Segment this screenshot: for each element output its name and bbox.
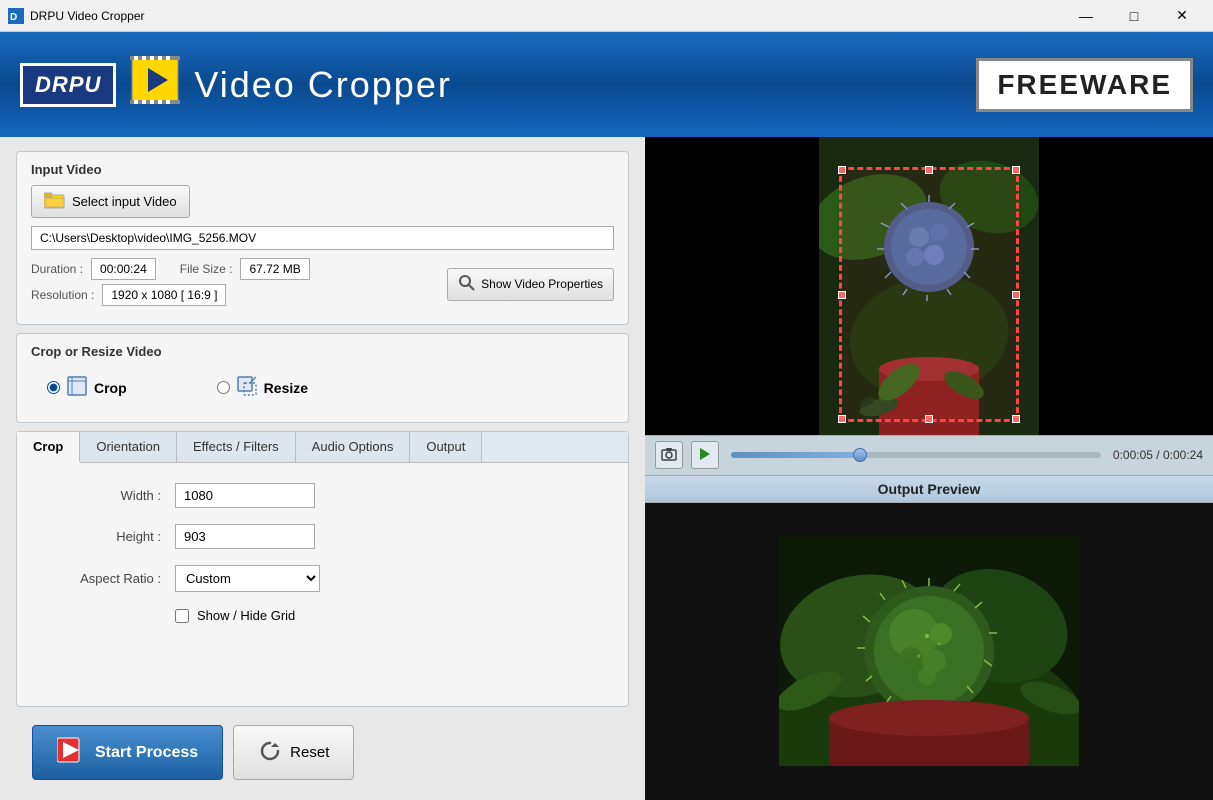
- crop-tab-content: Width : Height : Aspect Ratio : Custom 1…: [17, 463, 628, 643]
- reset-label: Reset: [290, 744, 329, 761]
- output-preview-label: Output Preview: [645, 475, 1213, 503]
- show-hide-grid-row: Show / Hide Grid: [175, 608, 604, 623]
- right-panel: 0:00:05 / 0:00:24 Output Preview: [645, 137, 1213, 800]
- show-props-label: Show Video Properties: [481, 277, 603, 291]
- svg-text:D: D: [10, 12, 17, 23]
- crop-radio[interactable]: [47, 381, 60, 394]
- start-icon: [57, 736, 85, 769]
- bottom-buttons: Start Process Reset: [16, 715, 629, 790]
- height-row: Height :: [41, 524, 604, 549]
- progress-bar[interactable]: [731, 452, 1101, 458]
- height-input[interactable]: [175, 524, 315, 549]
- playback-controls: 0:00:05 / 0:00:24: [645, 435, 1213, 475]
- banner: DRPU Video Cropper FREEWARE: [0, 32, 1213, 137]
- app-title: Video Cropper: [194, 64, 452, 106]
- filesize-value: 67.72 MB: [240, 258, 309, 280]
- output-preview-svg: [779, 536, 1079, 766]
- magnifier-icon: [458, 274, 476, 295]
- width-row: Width :: [41, 483, 604, 508]
- tab-output[interactable]: Output: [410, 432, 482, 462]
- resize-label: Resize: [264, 380, 308, 396]
- file-path-input[interactable]: [31, 226, 614, 250]
- duration-label: Duration :: [31, 262, 83, 276]
- aspect-ratio-row: Aspect Ratio : Custom 16:9 4:3 1:1 9:16: [41, 565, 604, 592]
- freeware-badge: FREEWARE: [976, 58, 1193, 112]
- tab-audio-options[interactable]: Audio Options: [296, 432, 411, 462]
- input-video-title: Input Video: [31, 162, 614, 177]
- width-input[interactable]: [175, 483, 315, 508]
- window-controls: — □ ✕: [1063, 0, 1205, 32]
- video-preview-top: [645, 137, 1213, 435]
- time-display: 0:00:05 / 0:00:24: [1113, 448, 1203, 462]
- filesize-label: File Size :: [180, 262, 233, 276]
- play-icon: [699, 447, 711, 464]
- aspect-ratio-select[interactable]: Custom 16:9 4:3 1:1 9:16: [175, 565, 320, 592]
- select-input-video-button[interactable]: Select input Video: [31, 185, 190, 218]
- left-panel: Input Video Select input Video Duration …: [0, 137, 645, 800]
- resolution-value: 1920 x 1080 [ 16:9 ]: [102, 284, 226, 306]
- resize-icon: [236, 375, 258, 400]
- crop-resize-section: Crop or Resize Video Crop: [16, 333, 629, 423]
- output-preview-area: [645, 503, 1213, 800]
- start-process-button[interactable]: Start Process: [32, 725, 223, 780]
- resize-radio[interactable]: [217, 381, 230, 394]
- crop-resize-title: Crop or Resize Video: [31, 344, 614, 359]
- window-title: DRPU Video Cropper: [30, 9, 1063, 23]
- maximize-button[interactable]: □: [1111, 0, 1157, 32]
- banner-video-icon: [130, 50, 180, 119]
- crop-icon: [66, 375, 88, 400]
- start-process-label: Start Process: [95, 744, 198, 762]
- titlebar: D DRPU Video Cropper — □ ✕: [0, 0, 1213, 32]
- video-canvas: [645, 137, 1213, 435]
- reset-button[interactable]: Reset: [233, 725, 354, 780]
- show-video-properties-button[interactable]: Show Video Properties: [447, 268, 614, 301]
- tab-crop[interactable]: Crop: [17, 432, 80, 463]
- main-content: Input Video Select input Video Duration …: [0, 137, 1213, 800]
- tab-orientation[interactable]: Orientation: [80, 432, 177, 462]
- play-button[interactable]: [691, 441, 719, 469]
- video-frame: [819, 137, 1039, 435]
- resolution-label: Resolution :: [31, 288, 94, 302]
- tabs-header: Crop Orientation Effects / Filters Audio…: [17, 432, 628, 463]
- video-content-svg: [819, 137, 1039, 435]
- aspect-ratio-label: Aspect Ratio :: [41, 571, 161, 586]
- input-video-section: Input Video Select input Video Duration …: [16, 151, 629, 325]
- crop-radio-label[interactable]: Crop: [47, 375, 127, 400]
- resize-radio-label[interactable]: Resize: [217, 375, 308, 400]
- snapshot-button[interactable]: [655, 441, 683, 469]
- progress-fill: [731, 452, 860, 458]
- show-hide-grid-label: Show / Hide Grid: [197, 608, 295, 623]
- app-icon: D: [8, 8, 24, 24]
- crop-resize-options: Crop Resize: [31, 367, 614, 408]
- tabs-container: Crop Orientation Effects / Filters Audio…: [16, 431, 629, 707]
- progress-thumb[interactable]: [853, 448, 867, 462]
- folder-open-icon: [44, 191, 66, 212]
- height-label: Height :: [41, 529, 161, 544]
- tab-effects-filters[interactable]: Effects / Filters: [177, 432, 296, 462]
- drpu-logo: DRPU: [20, 63, 116, 107]
- duration-value: 00:00:24: [91, 258, 156, 280]
- crop-label: Crop: [94, 380, 127, 396]
- close-button[interactable]: ✕: [1159, 0, 1205, 32]
- select-btn-label: Select input Video: [72, 194, 177, 209]
- show-hide-grid-checkbox[interactable]: [175, 609, 189, 623]
- reset-icon: [258, 739, 282, 767]
- camera-icon: [661, 447, 677, 464]
- minimize-button[interactable]: —: [1063, 0, 1109, 32]
- width-label: Width :: [41, 488, 161, 503]
